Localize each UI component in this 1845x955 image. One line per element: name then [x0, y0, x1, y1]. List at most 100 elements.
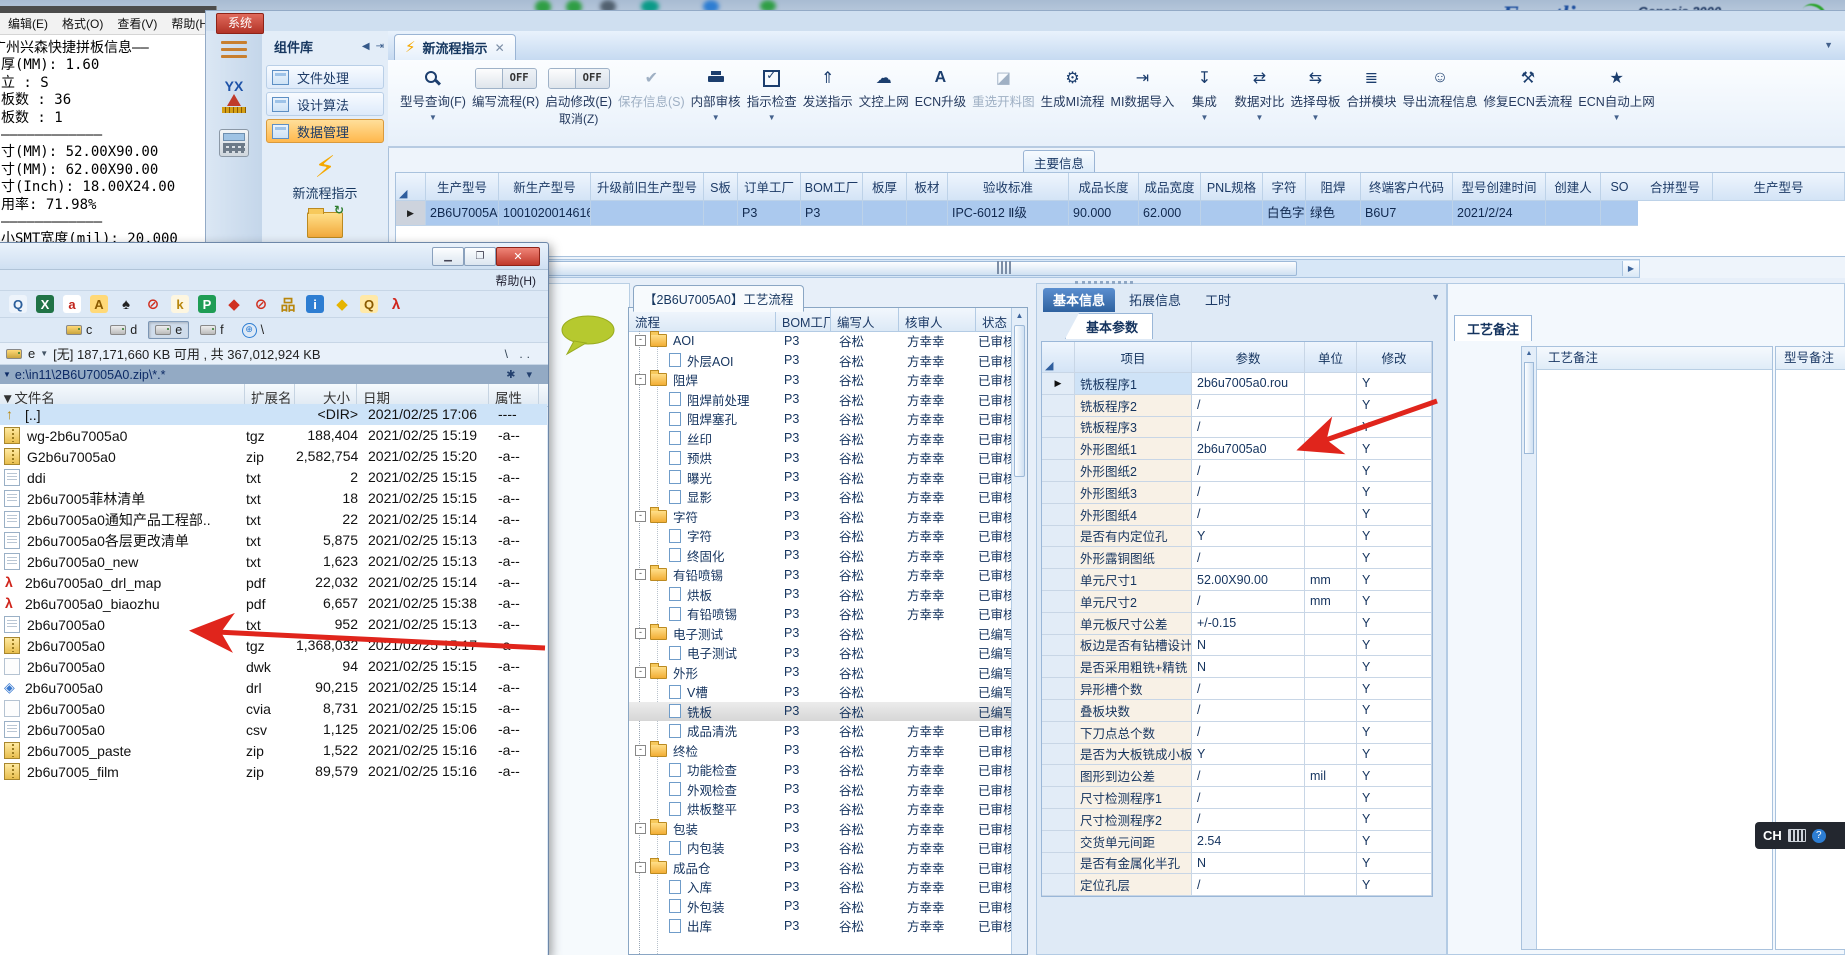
params-row[interactable]: 尺寸检测程序2/ Y [1042, 808, 1432, 831]
drive-button-d[interactable]: d [103, 321, 144, 339]
param-value-cell[interactable]: / [1192, 416, 1305, 439]
collapse-left-icon[interactable]: ◀ [362, 41, 370, 52]
param-value-cell[interactable]: / [1192, 460, 1305, 482]
tree-collapse-icon[interactable]: - [635, 510, 646, 522]
tree-collapse-icon[interactable]: - [635, 666, 646, 678]
params-column-header[interactable]: 单位 [1305, 342, 1357, 373]
toolbar-button[interactable]: ⇆ 选择母板 ▼ [1290, 66, 1340, 122]
panel-splitter-dots[interactable] [1075, 281, 1133, 287]
system-menu-button[interactable]: 系统 [216, 13, 264, 34]
param-value-cell[interactable]: / [1192, 699, 1305, 722]
scroll-up-icon[interactable]: ▲ [1522, 347, 1536, 361]
params-row[interactable]: 交货单元间距 2.54 Y [1042, 830, 1432, 853]
toolbar-button[interactable]: ⚙ 生成MI流程 [1041, 66, 1105, 110]
file-row[interactable]: 2b6u7005a0通知产品工程部.. txt 22 2021/02/25 15:14… [0, 509, 547, 530]
process-row[interactable]: 有铅喷锡 P3 谷松 方幸幸 已审核 [629, 604, 1012, 624]
tree-collapse-icon[interactable]: - [635, 822, 646, 834]
params-row[interactable]: 外形图纸1 2b6u7005a0 Y [1042, 438, 1432, 461]
toolbar-button[interactable]: ⇄ 数据对比 ▼ [1234, 66, 1284, 122]
chat-bubble-icon[interactable] [560, 314, 616, 356]
params-column-header[interactable]: 参数 [1192, 342, 1305, 373]
process-row[interactable]: 内包装 P3 谷松 方幸幸 已审核 [629, 838, 1012, 858]
process-row[interactable]: - 包装 P3 谷松 方幸幸 已审核 [629, 818, 1012, 839]
file-row[interactable]: wg-2b6u7005a0 tgz 188,404 2021/02/25 15:19 -… [0, 425, 547, 446]
toolbar-button[interactable]: ☺ 导出流程信息 [1402, 66, 1477, 110]
toolbar-button[interactable]: ★ ECN自动上网 ▼ [1578, 66, 1654, 122]
path-buttons[interactable]: ✱ ▾ [506, 368, 548, 381]
tree-collapse-icon[interactable]: - [635, 861, 646, 873]
acrobat-icon[interactable]: λ [387, 295, 405, 313]
param-value-cell[interactable]: / [1192, 481, 1305, 504]
param-value-cell[interactable]: Y [1192, 743, 1305, 766]
param-value-cell[interactable]: / [1192, 874, 1305, 897]
notepad-menu-item[interactable]: 编辑(E) [8, 15, 48, 32]
param-value-cell[interactable]: N [1192, 634, 1305, 657]
file-row[interactable]: 2b6u7005a0各层更改清单 txt 5,875 2021/02/25 15:13… [0, 530, 547, 551]
cube2-icon[interactable]: ◆ [333, 295, 351, 313]
process-row[interactable]: - 有铅喷锡 P3 谷松 方幸幸 已审核 [629, 565, 1012, 585]
file-manager-titlebar[interactable]: ▁ ❐ ✕ [0, 243, 548, 270]
tree-column-header[interactable]: 编写人 [831, 308, 899, 331]
file-row[interactable]: 2b6u7005a0_biaozhu pdf 6,657 2021/02/25 15:… [0, 593, 547, 614]
toolbar-button[interactable]: 内部审核 ▼ [691, 66, 741, 122]
grid-column-header[interactable]: 升级前旧生产型号 [591, 173, 704, 201]
component-item[interactable]: 数据管理 [266, 119, 384, 143]
toggle-off[interactable]: OFF [547, 67, 610, 89]
file-row[interactable]: 2b6u7005_film zip 89,579 2021/02/25 15:16 -a… [0, 761, 547, 782]
tab-inactive[interactable]: 工时 [1195, 288, 1241, 312]
path-bar[interactable]: ▼ e:\in11\2B6U7005A0.zip\*.* ✱ ▾ [0, 365, 548, 384]
grid-corner-cell[interactable]: ◢ [396, 173, 426, 201]
grid-column-header[interactable]: 创建人 [1546, 173, 1601, 201]
param-value-cell[interactable]: / [1192, 721, 1305, 744]
path-dropdown-icon[interactable]: ▼ [3, 370, 11, 379]
file-row[interactable]: 2b6u7005a0_drl_map pdf 22,032 2021/02/25 15… [0, 572, 547, 593]
grid-column-header[interactable]: 成品长度 [1069, 173, 1139, 201]
help-menu[interactable]: 帮助(H) [495, 272, 536, 289]
grid-column-header[interactable]: SO [1601, 173, 1639, 201]
grid-corner-cell[interactable]: ◢ [1042, 342, 1075, 373]
tree-vertical-scrollbar[interactable]: ▲ [1011, 308, 1027, 954]
params-row[interactable]: 单元尺寸1 52.00X90.00 mm Y [1042, 569, 1432, 591]
process-row[interactable]: - 成品仓 P3 谷松 方幸幸 已审核 [629, 857, 1012, 878]
panel-collapse-icon[interactable]: ▼ [1431, 292, 1440, 302]
params-row[interactable]: 是否有内定位孔 Y Y [1042, 525, 1432, 548]
drive-dropdown-icon[interactable]: ▼ [40, 349, 48, 358]
params-row[interactable]: ▶ 铣板程序1 2b6u7005a0.rou Y [1042, 373, 1432, 395]
file-row[interactable]: 2b6u7005菲林清单 txt 18 2021/02/25 15:15 -a-- [0, 488, 547, 509]
file-row[interactable]: 2b6u7005a0 cvia 8,731 2021/02/25 15:15 -a-- [0, 698, 547, 719]
file-column-header[interactable]: 属性 [489, 384, 539, 406]
toolbar-button[interactable]: ⇥ MI数据导入 [1111, 66, 1175, 110]
orgchart-icon[interactable]: 品 [279, 295, 297, 314]
grid-column-header[interactable]: 生产型号 [426, 173, 499, 201]
file-column-header[interactable]: 扩展名 [245, 384, 295, 406]
param-value-cell[interactable]: 2.54 [1192, 830, 1305, 853]
file-column-header[interactable]: 日期 [357, 384, 489, 406]
dropdown-arrow-icon[interactable]: ▼ [1255, 113, 1263, 122]
file-row[interactable]: 2b6u7005a0 dwk 94 2021/02/25 15:15 -a-- [0, 656, 547, 677]
toolbar-button[interactable]: ↧ 集成 ▼ [1180, 66, 1228, 122]
params-row[interactable]: 叠板块数 / Y [1042, 699, 1432, 722]
param-value-cell[interactable]: / [1192, 590, 1305, 613]
params-row[interactable]: 下刀点总个数 / Y [1042, 721, 1432, 744]
params-row[interactable]: 外形图纸3/ Y [1042, 481, 1432, 504]
process-row[interactable]: 烘板整平 P3 谷松 方幸幸 已审核 [629, 799, 1012, 819]
grid-column-header[interactable]: 板材 [907, 173, 948, 201]
calculator-icon[interactable] [219, 129, 249, 157]
scroll-up-icon[interactable]: ▲ [1012, 308, 1027, 323]
tab-active[interactable]: 基本信息 [1043, 288, 1116, 312]
params-row[interactable]: 图形到边公差 / mil Y [1042, 765, 1432, 788]
params-column-header[interactable]: 项目 [1075, 342, 1192, 373]
process-row[interactable]: - 阻焊 P3 谷松 方幸幸 已审核 [629, 370, 1012, 390]
grid-column-header[interactable]: 型号创建时间 [1453, 173, 1546, 201]
language-indicator[interactable]: CH [1763, 828, 1782, 843]
tree-collapse-icon[interactable]: - [635, 374, 646, 386]
tab-inactive[interactable]: 拓展信息 [1119, 288, 1191, 312]
process-row[interactable]: 烘板 P3 谷松 方幸幸 已审核 [629, 585, 1012, 605]
grid-column-header[interactable]: 订单工厂 [738, 173, 801, 201]
notepad-menu-item[interactable]: 查看(V) [117, 15, 157, 32]
file-row[interactable]: 2b6u7005a0 txt 952 2021/02/25 15:13 -a-- [0, 614, 547, 635]
component-item[interactable]: 文件处理 [266, 65, 384, 89]
cube-icon[interactable]: ◆ [225, 295, 243, 313]
toggle-switch[interactable]: OFF [474, 66, 537, 90]
params-row[interactable]: 异形槽个数 / Y [1042, 678, 1432, 700]
